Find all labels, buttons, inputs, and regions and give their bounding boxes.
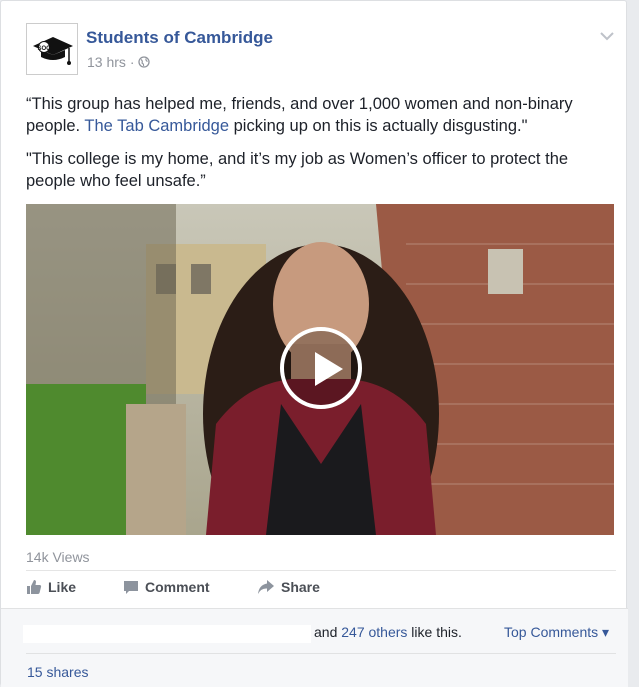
share-icon bbox=[258, 580, 274, 594]
tab-cambridge-link[interactable]: The Tab Cambridge bbox=[84, 117, 229, 135]
post-paragraph-2: "This college is my home, and it’s my jo… bbox=[26, 150, 569, 190]
post-meta: 13 hrs · bbox=[87, 54, 151, 70]
post-card: SOC Students of Cambridge 13 hrs · “This… bbox=[0, 0, 628, 687]
like-icon bbox=[27, 580, 42, 594]
post-footer: and 247 others like this. Top Comments ▾… bbox=[1, 608, 628, 687]
paragraph-1-text-end: picking up on this is actually disgustin… bbox=[229, 117, 528, 135]
svg-text:SOC: SOC bbox=[37, 46, 51, 52]
meta-separator: · bbox=[129, 54, 135, 70]
likes-summary: and 247 others like this. bbox=[314, 624, 462, 640]
likes-others-link[interactable]: 247 others bbox=[341, 624, 407, 640]
redacted-likers bbox=[23, 625, 311, 643]
divider bbox=[26, 570, 616, 571]
post-header: SOC Students of Cambridge 13 hrs · bbox=[26, 23, 616, 75]
comment-icon bbox=[124, 581, 138, 594]
page-name-link[interactable]: Students of Cambridge bbox=[86, 28, 273, 48]
top-comments-dropdown[interactable]: Top Comments ▾ bbox=[504, 624, 609, 641]
post-actions: Like Comment Share bbox=[26, 579, 616, 601]
share-label: Share bbox=[281, 579, 320, 595]
footer-divider bbox=[26, 653, 616, 654]
video-player[interactable] bbox=[26, 204, 614, 535]
shares-link[interactable]: 15 shares bbox=[27, 664, 88, 680]
post-paragraph-1: “This group has helped me, friends, and … bbox=[26, 93, 616, 137]
likes-prefix: and bbox=[314, 624, 342, 640]
share-button[interactable]: Share bbox=[257, 579, 320, 595]
comment-button[interactable]: Comment bbox=[123, 579, 210, 595]
post-text: “This group has helped me, friends, and … bbox=[26, 93, 616, 203]
like-label: Like bbox=[48, 579, 77, 595]
like-button[interactable]: Like bbox=[26, 579, 76, 595]
chevron-down-icon[interactable] bbox=[600, 28, 616, 44]
view-count: 14k Views bbox=[26, 549, 90, 565]
post-timestamp[interactable]: 13 hrs bbox=[87, 54, 126, 70]
graduation-cap-logo-icon: SOC bbox=[27, 24, 77, 74]
globe-icon[interactable] bbox=[138, 56, 151, 68]
page-avatar[interactable]: SOC bbox=[26, 23, 78, 75]
comment-label: Comment bbox=[145, 579, 210, 595]
likes-suffix: like this. bbox=[407, 624, 462, 640]
play-icon[interactable] bbox=[280, 327, 362, 409]
